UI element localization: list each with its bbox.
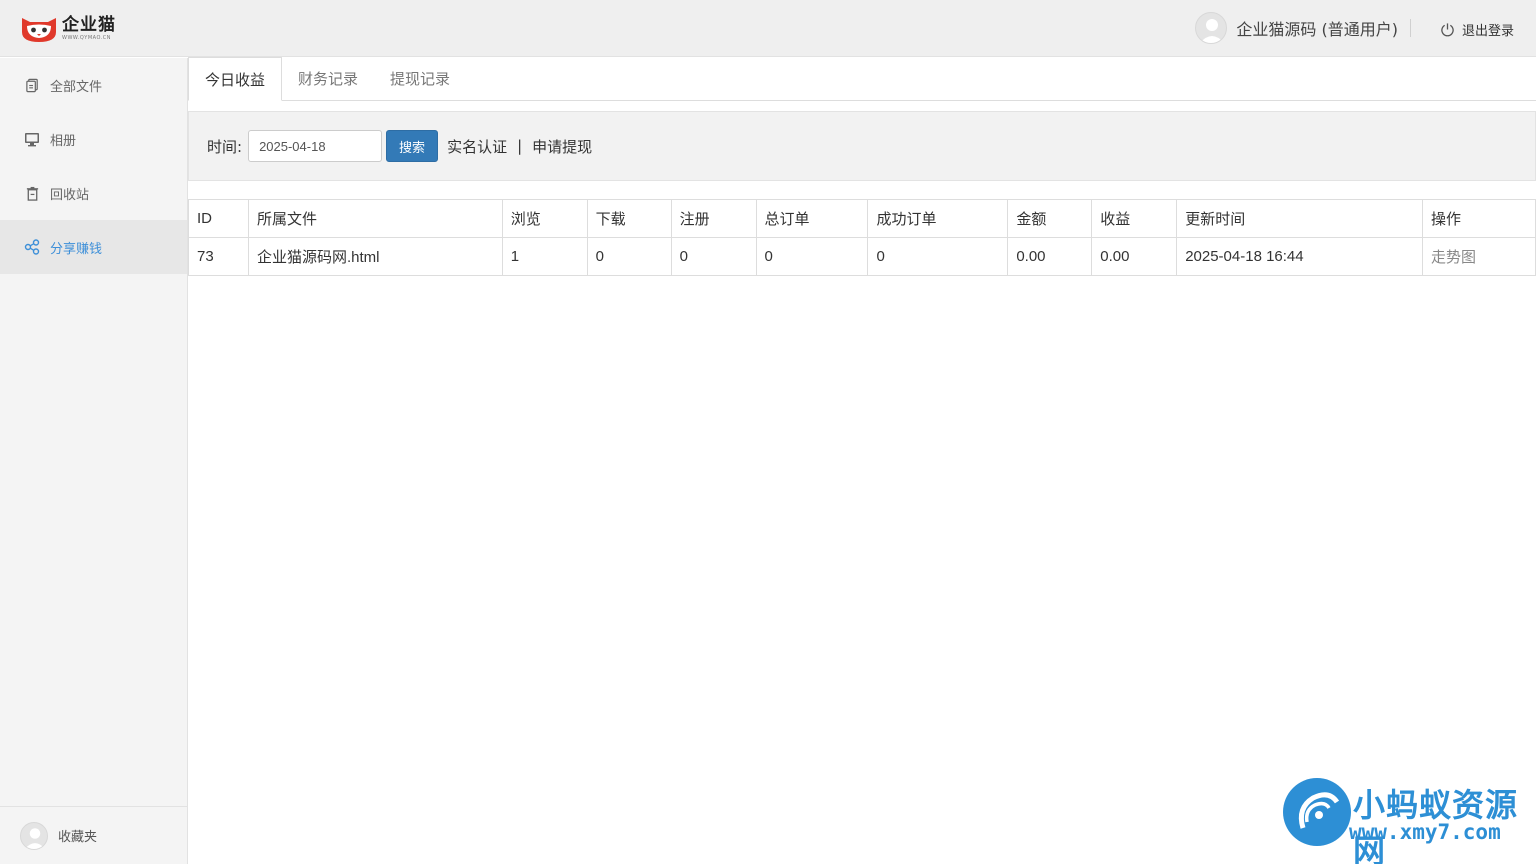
files-icon	[24, 77, 40, 93]
cell-file: 企业猫源码网.html	[247, 237, 503, 276]
cell-successful-orders: 0	[867, 237, 1009, 276]
column-header: 下载	[586, 199, 672, 238]
column-header: 所属文件	[247, 199, 503, 238]
power-icon	[1441, 22, 1454, 36]
cat-logo-icon	[20, 15, 58, 43]
sidebar-item-album[interactable]: 相册	[0, 112, 187, 166]
share-icon	[24, 239, 40, 255]
trend-chart-link[interactable]: 走势图	[1422, 237, 1536, 276]
column-header: ID	[188, 199, 249, 238]
link-separator: |	[517, 137, 523, 155]
cell-downloads: 0	[586, 237, 672, 276]
table-header-row: ID 所属文件 浏览 下载 注册 总订单 成功订单 金额 收益 更新时间 操作	[188, 199, 1536, 238]
cell-amount: 0.00	[1007, 237, 1093, 276]
search-button[interactable]: 搜索	[386, 130, 439, 162]
logo-url: WWW.QYMAO.CN	[62, 35, 112, 41]
sidebar-item-share-earn[interactable]: 分享赚钱	[0, 220, 187, 274]
sidebar: 全部文件 相册 回收站 分享赚钱 收藏夹	[0, 58, 188, 864]
user-avatar-icon	[1200, 19, 1225, 43]
sidebar-item-label: 回收站	[50, 187, 90, 203]
avatar	[20, 821, 48, 850]
cell-id: 73	[188, 237, 249, 276]
tab-withdraw-records[interactable]: 提现记录	[374, 57, 466, 100]
monitor-icon	[24, 131, 40, 147]
ant-logo-icon	[1283, 778, 1351, 846]
sidebar-item-label: 全部文件	[50, 79, 103, 95]
sidebar-item-recycle-bin[interactable]: 回收站	[0, 166, 187, 220]
watermark: 小蚂蚁资源网 www.xmy7.com	[1283, 776, 1533, 864]
logo-name: 企业猫	[62, 15, 116, 35]
tab-today-earnings[interactable]: 今日收益	[188, 57, 283, 101]
cell-earnings: 0.00	[1091, 237, 1178, 276]
column-header: 成功订单	[867, 199, 1009, 238]
user-name: 企业猫源码 (普通用户)	[1236, 20, 1398, 39]
logout-button[interactable]: 退出登录	[1440, 19, 1514, 39]
top-header: 企业猫 WWW.QYMAO.CN 企业猫源码 (普通用户) 退出登录	[0, 0, 1536, 57]
logout-label: 退出登录	[1462, 23, 1515, 39]
sidebar-item-label: 收藏夹	[58, 830, 98, 845]
column-header: 更新时间	[1176, 199, 1423, 238]
cell-views: 1	[501, 237, 588, 276]
sidebar-item-favorites[interactable]: 收藏夹	[0, 806, 188, 864]
column-header: 浏览	[501, 199, 588, 238]
column-header: 注册	[670, 199, 757, 238]
column-header: 操作	[1422, 199, 1536, 238]
column-header: 金额	[1007, 199, 1093, 238]
real-name-verify-link[interactable]: 实名认证	[447, 136, 507, 157]
date-input[interactable]	[248, 130, 383, 162]
tab-bar: 今日收益 财务记录 提现记录	[188, 57, 1536, 101]
cell-updated-time: 2025-04-18 16:44	[1176, 237, 1423, 276]
sidebar-item-label: 相册	[50, 133, 77, 149]
tab-finance-records[interactable]: 财务记录	[282, 57, 374, 100]
avatar	[1195, 12, 1228, 44]
column-header: 总订单	[755, 199, 869, 238]
watermark-url: www.xmy7.com	[1349, 820, 1501, 844]
earnings-table: ID 所属文件 浏览 下载 注册 总订单 成功订单 金额 收益 更新时间 操作 …	[188, 199, 1536, 276]
user-profile[interactable]: 企业猫源码 (普通用户)	[1195, 12, 1398, 44]
header-divider	[1410, 19, 1411, 37]
column-header: 收益	[1091, 199, 1178, 238]
user-avatar-icon	[24, 827, 46, 849]
cell-registrations: 0	[670, 237, 757, 276]
filter-bar: 时间: 搜索 实名认证 | 申请提现	[188, 111, 1536, 181]
time-label: 时间:	[207, 137, 243, 156]
cell-total-orders: 0	[755, 237, 869, 276]
trash-icon	[24, 185, 40, 201]
apply-withdraw-link[interactable]: 申请提现	[532, 136, 592, 157]
table-row: 73 企业猫源码网.html 1 0 0 0 0 0.00 0.00 2025-…	[188, 237, 1536, 276]
sidebar-item-all-files[interactable]: 全部文件	[0, 58, 187, 112]
sidebar-item-label: 分享赚钱	[50, 241, 103, 257]
logo[interactable]: 企业猫 WWW.QYMAO.CN	[20, 13, 116, 45]
